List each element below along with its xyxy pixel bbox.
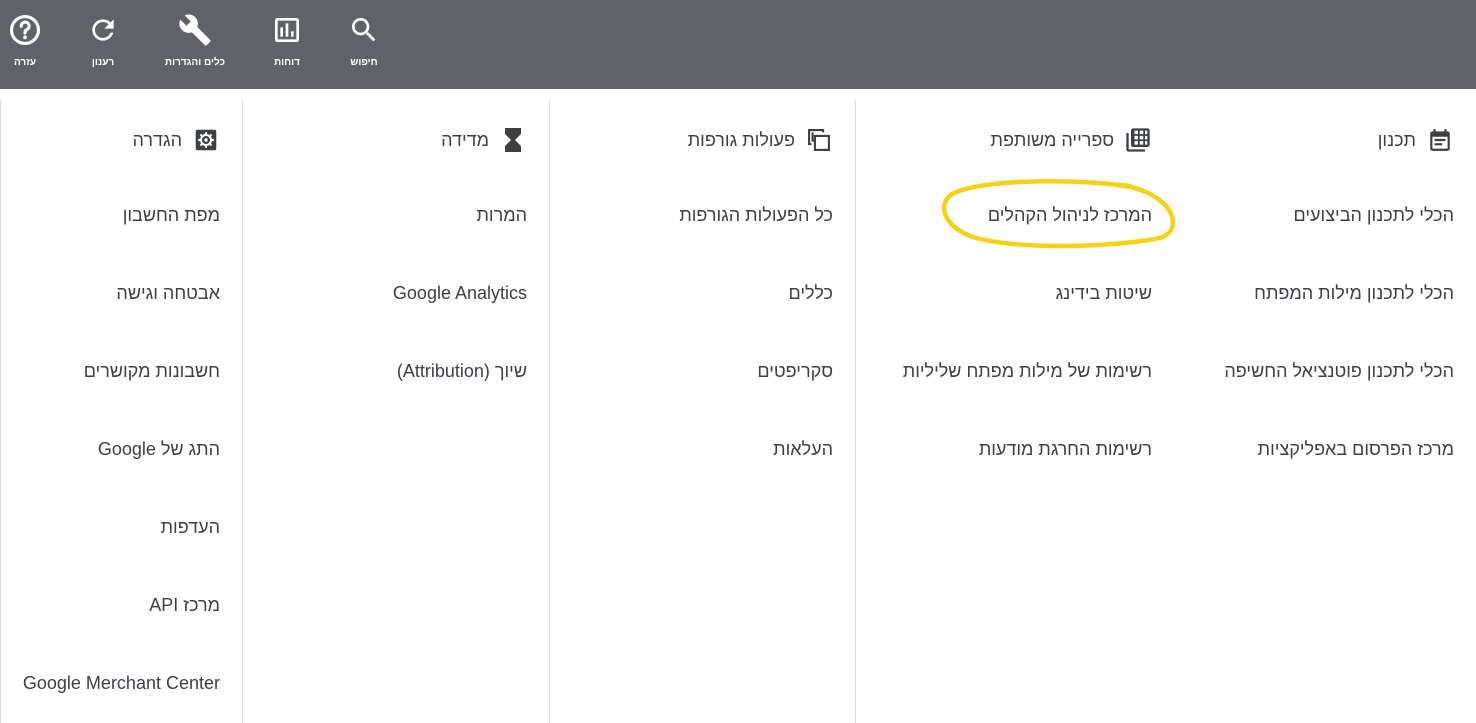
search-label: חיפוש (350, 57, 378, 68)
link-preferences[interactable]: העדפות (161, 517, 220, 538)
column-title: ספרייה משותפת (990, 129, 1114, 150)
search-button[interactable]: חיפוש (319, 12, 409, 82)
help-icon (7, 12, 43, 48)
link-scripts[interactable]: סקריפטים (757, 361, 833, 382)
link-app-advertising-hub[interactable]: מרכז הפרסום באפליקציות (1258, 439, 1454, 460)
link-linked-accounts[interactable]: חשבונות מקושרים (84, 361, 220, 382)
grid-icon (1124, 126, 1152, 154)
link-negative-keyword-lists[interactable]: רשימות של מילות מפתח שליליות (903, 361, 1152, 382)
column-header-setup: הגדרה (133, 126, 220, 154)
link-google-tag[interactable]: התג של Google (98, 439, 220, 460)
link-attribution[interactable]: שיוך (Attribution) (397, 361, 527, 382)
search-icon (346, 12, 382, 48)
column-header-bulk-actions: פעולות גורפות (688, 126, 833, 154)
link-google-analytics[interactable]: Google Analytics (393, 283, 527, 304)
reports-label: דוחות (273, 57, 301, 68)
link-google-merchant-center[interactable]: Google Merchant Center (23, 673, 220, 694)
wrench-icon (177, 12, 213, 48)
help-label: עזרה (13, 57, 37, 68)
column-bulk-actions: פעולות גורפות כל הפעולות הגורפות כללים ס… (549, 100, 855, 723)
calendar-icon (1426, 126, 1454, 154)
column-header-planning: תכנון (1378, 126, 1454, 154)
link-keyword-planner[interactable]: הכלי לתכנון מילות המפתח (1254, 283, 1454, 304)
tools-settings-label: כלים והגדרות (164, 57, 226, 68)
link-rules[interactable]: כללים (788, 283, 833, 304)
copy-icon (805, 126, 833, 154)
link-conversions[interactable]: המרות (476, 205, 527, 226)
column-setup: הגדרה מפת החשבון אבטחה וגישה חשבונות מקו… (0, 100, 242, 723)
column-measurement: מדידה המרות Google Analytics שיוך (Attri… (242, 100, 549, 723)
link-bid-strategies[interactable]: שיטות בידינג (1056, 283, 1152, 304)
reports-icon (269, 12, 305, 48)
column-shared-library: ספרייה משותפת המרכז לניהול הקהלים שיטות … (855, 100, 1174, 723)
column-title: מדידה (441, 129, 489, 150)
refresh-icon (85, 12, 121, 48)
column-header-measurement: מדידה (441, 126, 527, 154)
gear-icon (192, 126, 220, 154)
column-planning: תכנון הכלי לתכנון הביצועים הכלי לתכנון מ… (1174, 100, 1476, 723)
help-button[interactable]: עזרה (0, 12, 70, 82)
link-placement-exclusion-lists[interactable]: רשימות החרגת מודעות (979, 439, 1152, 460)
hourglass-icon (499, 126, 527, 154)
link-reach-planner[interactable]: הכלי לתכנון פוטנציאל החשיפה (1224, 361, 1454, 382)
link-api-center[interactable]: מרכז API (149, 595, 220, 616)
column-header-shared-library: ספרייה משותפת (991, 126, 1152, 154)
top-toolbar: חיפוש דוחות כלים והגדרות רענון עזרה (0, 0, 1476, 89)
refresh-label: רענון (91, 57, 115, 68)
column-title: הגדרה (132, 129, 182, 150)
refresh-button[interactable]: רענון (58, 12, 148, 82)
link-account-map[interactable]: מפת החשבון (123, 205, 220, 226)
reports-button[interactable]: דוחות (242, 12, 332, 82)
tools-settings-button[interactable]: כלים והגדרות (150, 12, 240, 82)
link-all-bulk-actions[interactable]: כל הפעולות הגורפות (679, 205, 833, 226)
link-uploads[interactable]: העלאות (773, 439, 833, 460)
link-performance-planner[interactable]: הכלי לתכנון הביצועים (1294, 205, 1454, 226)
column-title: פעולות גורפות (687, 129, 795, 150)
link-access-security[interactable]: אבטחה וגישה (116, 283, 220, 304)
link-audience-manager[interactable]: המרכז לניהול הקהלים (988, 205, 1152, 226)
column-title: תכנון (1377, 129, 1416, 150)
